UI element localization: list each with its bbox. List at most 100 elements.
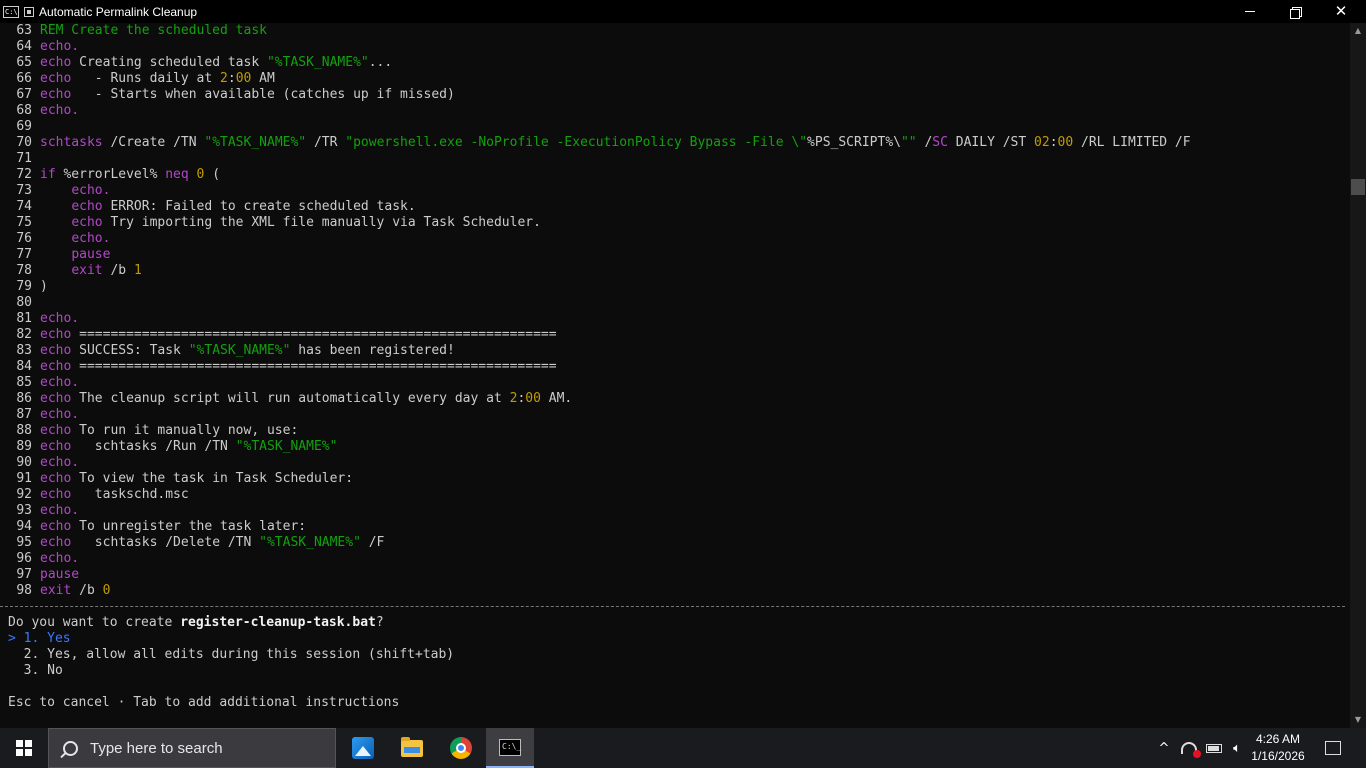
command-prompt-icon: C:\ <box>3 5 19 18</box>
vertical-scrollbar[interactable]: ▲ ▼ <box>1350 23 1366 728</box>
taskbar-app-chrome[interactable] <box>437 728 485 768</box>
code-token: ========================================… <box>71 327 557 342</box>
taskbar-app-command-prompt[interactable]: C:\_ <box>486 728 534 768</box>
code-line: 97 pause <box>0 567 79 583</box>
title-bar: C:\ Automatic Permalink Cleanup ✕ <box>0 0 1366 23</box>
code-text: ) <box>40 279 48 294</box>
code-token: - Starts when available (catches up if m… <box>71 87 455 102</box>
code-line: 77 pause <box>0 247 110 263</box>
show-hidden-icons-button[interactable]: ^ <box>1154 728 1174 768</box>
code-text: echo taskschd.msc <box>40 487 189 502</box>
scroll-up-icon[interactable]: ▲ <box>1350 23 1366 39</box>
code-token: echo. <box>40 103 80 118</box>
taskbar-app-photos[interactable] <box>339 728 387 768</box>
selection-cursor: > <box>8 631 16 646</box>
maximize-button[interactable] <box>1272 0 1318 23</box>
volume-icon: 🔈︎ <box>1233 740 1241 756</box>
code-token: 02 <box>1034 135 1050 150</box>
code-token: AM <box>251 71 275 86</box>
code-token: echo <box>40 359 72 374</box>
code-token: "%TASK_NAME%" <box>204 135 307 150</box>
scroll-thumb[interactable] <box>1351 179 1365 195</box>
code-line: 81 echo. <box>0 311 79 327</box>
code-text: echo - Starts when available (catches up… <box>40 87 455 102</box>
code-text: echo To run it manually now, use: <box>40 423 298 438</box>
code-token: echo <box>40 535 72 550</box>
option-label: Yes <box>47 631 71 646</box>
code-line: 91 echo To view the task in Task Schedule… <box>0 471 353 487</box>
minimize-button[interactable] <box>1227 0 1273 23</box>
network-icon <box>1181 742 1201 758</box>
volume-button[interactable]: 🔈︎ <box>1226 728 1248 768</box>
prompt-file-name: register-cleanup-task.bat <box>180 615 376 630</box>
code-token: REM Create the scheduled task <box>40 23 267 38</box>
code-line: 70 schtasks /Create /TN "%TASK_NAME%" /TR… <box>0 135 1191 151</box>
line-number: 86 <box>16 391 32 406</box>
line-number: 72 <box>16 167 32 182</box>
code-token: : <box>227 71 236 86</box>
prompt-option-1[interactable]: > 1. Yes <box>8 631 71 647</box>
code-text: pause <box>40 247 110 262</box>
code-token: echo <box>40 87 72 102</box>
clock-date: 1/16/2026 <box>1251 749 1305 763</box>
code-text: schtasks /Create /TN "%TASK_NAME%" /TR "… <box>40 135 1191 150</box>
code-token: echo <box>40 343 72 358</box>
window-title: Automatic Permalink Cleanup <box>39 4 198 19</box>
code-token: schtasks <box>40 135 103 150</box>
code-token: echo. <box>40 311 80 326</box>
battery-button[interactable] <box>1202 728 1226 768</box>
line-number: 77 <box>16 247 32 262</box>
code-text: echo The cleanup script will run automat… <box>40 391 572 406</box>
close-button[interactable]: ✕ <box>1318 0 1364 23</box>
code-text: echo ===================================… <box>40 359 557 374</box>
action-center-button[interactable] <box>1318 728 1348 768</box>
line-number: 79 <box>16 279 32 294</box>
line-number: 88 <box>16 423 32 438</box>
scroll-down-icon[interactable]: ▼ <box>1350 712 1366 728</box>
code-line: 87 echo. <box>0 407 79 423</box>
line-number: 85 <box>16 375 32 390</box>
code-token: /TR <box>306 135 346 150</box>
code-token: echo. <box>40 407 80 422</box>
code-line: 93 echo. <box>0 503 79 519</box>
line-number: 82 <box>16 327 32 342</box>
taskbar-app-file-explorer[interactable] <box>388 728 436 768</box>
code-token: echo <box>40 327 72 342</box>
taskbar-search-box[interactable]: Type here to search <box>48 728 336 768</box>
code-token: echo <box>71 215 103 230</box>
prompt-option-2[interactable]: 2. Yes, allow all edits during this sess… <box>8 647 454 663</box>
code-text: echo. <box>40 503 79 518</box>
code-line: 96 echo. <box>0 551 79 567</box>
code-token: ... <box>368 55 393 70</box>
code-line: 94 echo To unregister the task later: <box>0 519 306 535</box>
prompt-option-3[interactable]: 3. No <box>8 663 63 679</box>
console-output[interactable]: 63 REM Create the scheduled task 64 echo. 65… <box>0 23 1350 728</box>
line-number: 84 <box>16 359 32 374</box>
code-token: Creating scheduled task <box>71 55 267 70</box>
window-menu-icon[interactable] <box>24 6 34 17</box>
code-token: pause <box>40 567 80 582</box>
code-token: 1 <box>133 263 142 278</box>
code-token: SC <box>932 135 948 150</box>
code-text: echo Try importing the XML file manually… <box>40 215 541 230</box>
start-button[interactable] <box>0 728 48 768</box>
code-line: 89 echo schtasks /Run /TN "%TASK_NAME%" <box>0 439 337 455</box>
code-token: DAILY /ST <box>947 135 1035 150</box>
system-clock[interactable]: 4:26 AM 1/16/2026 <box>1250 731 1306 765</box>
restore-icon <box>1290 6 1302 19</box>
code-token: Try importing the XML file manually via … <box>102 215 541 230</box>
line-number: 98 <box>16 583 32 598</box>
code-token: /b <box>71 583 103 598</box>
code-token: To run it manually now, use: <box>71 423 299 438</box>
prompt-question: Do you want to create register-cleanup-t… <box>8 615 384 631</box>
line-number: 89 <box>16 439 32 454</box>
code-token: echo <box>71 199 103 214</box>
battery-icon <box>1206 743 1222 753</box>
notification-icon <box>1325 741 1341 755</box>
line-number: 96 <box>16 551 32 566</box>
code-token: - Runs daily at <box>71 71 221 86</box>
network-button[interactable] <box>1178 728 1201 768</box>
code-token: 00 <box>1057 135 1074 150</box>
code-token: AM. <box>540 391 573 406</box>
